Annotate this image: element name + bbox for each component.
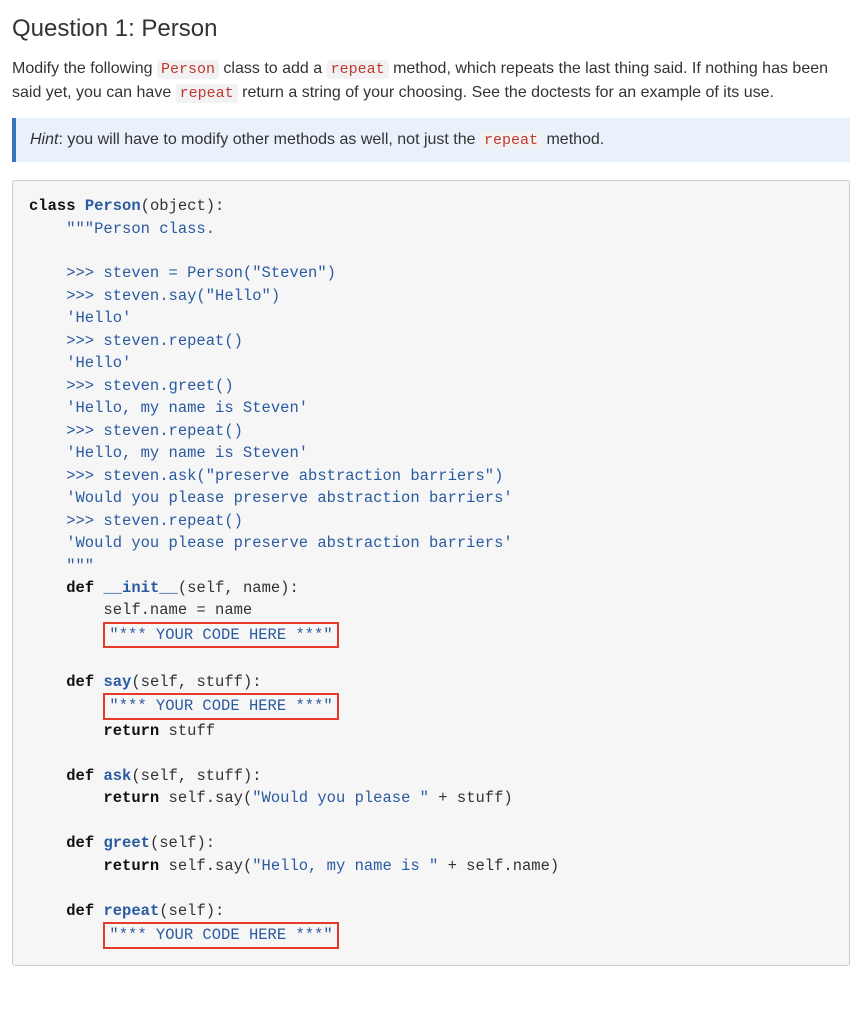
indent <box>29 857 103 875</box>
fn-args: (self): <box>159 902 224 920</box>
fn-args: (self): <box>150 834 215 852</box>
fn-args: (self, stuff): <box>131 767 261 785</box>
ret-body: stuff <box>159 722 215 740</box>
question-heading: Question 1: Person <box>12 12 850 47</box>
doctest: >>> steven.greet() <box>29 377 234 395</box>
indent <box>29 789 103 807</box>
fn-say: say <box>103 673 131 691</box>
indent <box>29 697 103 715</box>
doctest: 'Hello' <box>29 354 131 372</box>
intro-paragraph: Modify the following Person class to add… <box>12 57 850 105</box>
doctest: >>> steven.repeat() <box>29 332 243 350</box>
fn-ask: ask <box>103 767 131 785</box>
placeholder-box: "*** YOUR CODE HERE ***" <box>103 922 338 948</box>
code-block: class Person(object): """Person class. >… <box>12 180 850 965</box>
fn-args: (self, stuff): <box>131 673 261 691</box>
fn-repeat: repeat <box>103 902 159 920</box>
code-repeat: repeat <box>327 60 389 79</box>
fn-init: __init__ <box>103 579 177 597</box>
kw-def: def <box>66 673 94 691</box>
doctest: >>> steven.repeat() <box>29 512 243 530</box>
class-name: Person <box>85 197 141 215</box>
kw-def: def <box>66 834 94 852</box>
hint-text: : you will have to modify other methods … <box>58 131 480 148</box>
doctest: 'Hello' <box>29 309 131 327</box>
indent <box>29 626 103 644</box>
docstring-end: """ <box>29 557 94 575</box>
string-literal: "Would you please " <box>252 789 429 807</box>
doctest: >>> steven.repeat() <box>29 422 243 440</box>
indent <box>29 722 103 740</box>
docstring: """Person class. <box>29 220 215 238</box>
placeholder-box: "*** YOUR CODE HERE ***" <box>103 693 338 719</box>
doctest: 'Hello, my name is Steven' <box>29 399 308 417</box>
fn-greet: greet <box>103 834 150 852</box>
kw-return: return <box>103 789 159 807</box>
doctest: 'Hello, my name is Steven' <box>29 444 308 462</box>
intro-text: return a string of your choosing. See th… <box>238 84 774 101</box>
ret-post: + self.name) <box>438 857 559 875</box>
kw-def: def <box>66 767 94 785</box>
placeholder-box: "*** YOUR CODE HERE ***" <box>103 622 338 648</box>
init-body: self.name = name <box>29 601 252 619</box>
code-repeat: repeat <box>480 131 542 150</box>
intro-text: class to add a <box>219 60 327 77</box>
kw-return: return <box>103 722 159 740</box>
ret-pre: self.say( <box>159 789 252 807</box>
kw-class: class <box>29 197 76 215</box>
kw-def: def <box>66 579 94 597</box>
code-repeat: repeat <box>176 84 238 103</box>
ret-post: + stuff) <box>429 789 513 807</box>
hint-box: Hint: you will have to modify other meth… <box>12 118 850 162</box>
kw-def: def <box>66 902 94 920</box>
code-person: Person <box>157 60 219 79</box>
string-literal: "Hello, my name is " <box>252 857 438 875</box>
doctest: >>> steven.say("Hello") <box>29 287 280 305</box>
doctest: >>> steven = Person("Steven") <box>29 264 336 282</box>
doctest: 'Would you please preserve abstraction b… <box>29 489 513 507</box>
intro-text: Modify the following <box>12 60 157 77</box>
hint-text: method. <box>542 131 604 148</box>
class-args: (object): <box>141 197 225 215</box>
hint-label: Hint <box>30 131 58 148</box>
fn-args: (self, name): <box>178 579 299 597</box>
doctest: 'Would you please preserve abstraction b… <box>29 534 513 552</box>
ret-pre: self.say( <box>159 857 252 875</box>
doctest: >>> steven.ask("preserve abstraction bar… <box>29 467 503 485</box>
indent <box>29 926 103 944</box>
kw-return: return <box>103 857 159 875</box>
